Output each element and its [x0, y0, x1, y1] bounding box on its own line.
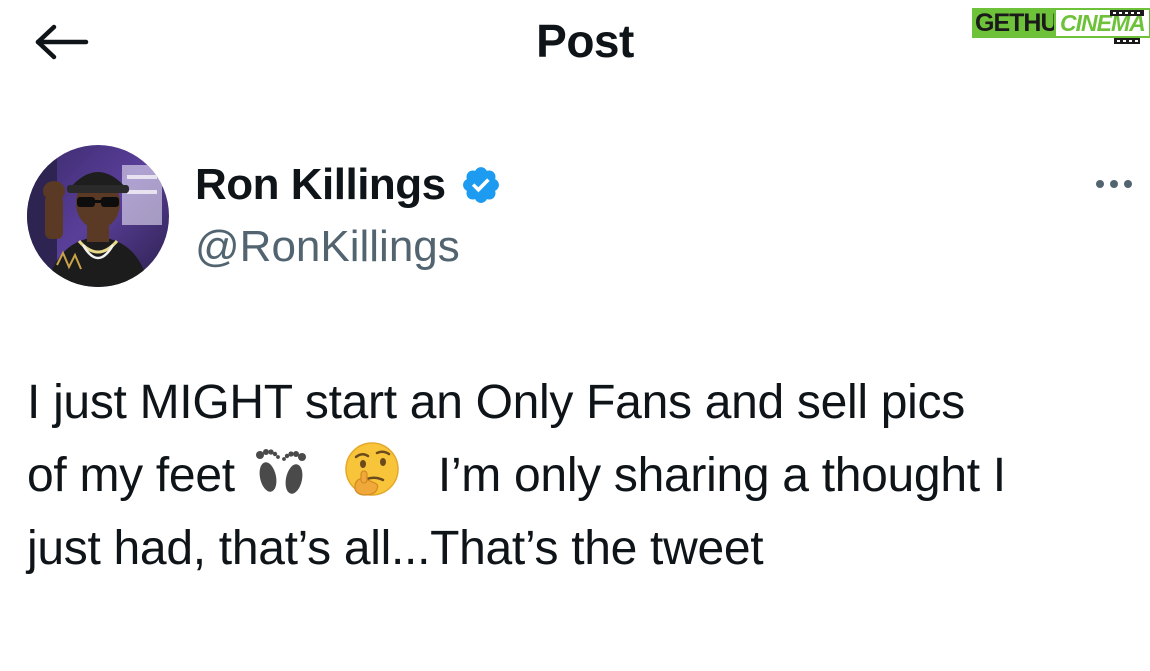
- tweet-line-2-after: I’m only sharing a thought I: [437, 449, 1006, 502]
- avatar-photo: [27, 145, 169, 287]
- tweet-line-2: of my feet I’m only sharing a thought I: [27, 439, 1127, 512]
- author-display-name-row[interactable]: Ron Killings: [195, 160, 502, 210]
- more-options-button[interactable]: [1086, 166, 1142, 202]
- gethu-cinema-watermark-logo: GETHU CINEMA: [972, 4, 1150, 48]
- verified-badge-icon: [462, 167, 499, 203]
- author-handle[interactable]: @RonKillings: [195, 222, 460, 272]
- watermark-part1: GETHU: [972, 8, 1061, 38]
- tweet-text: I just MIGHT start an Only Fans and sell…: [27, 366, 1127, 585]
- author-display-name: Ron Killings: [195, 160, 446, 209]
- footprints-icon: [255, 449, 306, 494]
- tweet-line-2-before: of my feet: [27, 449, 235, 502]
- more-horizontal-icon: [1096, 180, 1132, 188]
- avatar[interactable]: [27, 145, 169, 287]
- post-page: Post GETHU CINEMA Ron Killings @RonKilli…: [0, 0, 1150, 671]
- tweet-line-3: just had, that’s all...That’s the tweet: [27, 522, 764, 575]
- thinking-face-icon: [345, 442, 399, 496]
- tweet-line-1: I just MIGHT start an Only Fans and sell…: [27, 376, 965, 429]
- film-reel-icon: [1110, 10, 1144, 44]
